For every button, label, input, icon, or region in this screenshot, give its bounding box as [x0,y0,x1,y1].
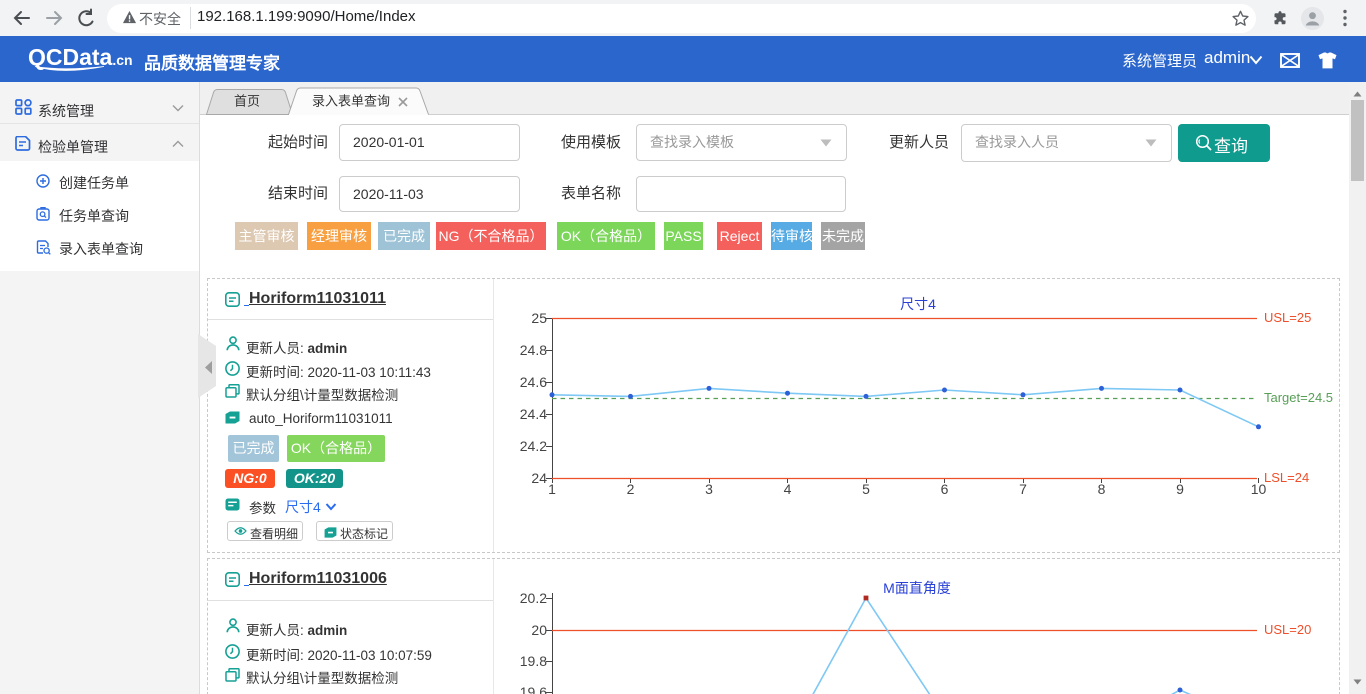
svg-text:25: 25 [531,310,547,326]
svg-text:19.6: 19.6 [520,684,547,694]
svg-text:尺寸4: 尺寸4 [900,296,936,312]
svg-text:Target=24.5: Target=24.5 [1264,390,1333,405]
svg-text:24: 24 [531,470,547,486]
svg-text:4: 4 [784,481,792,497]
svg-text:9: 9 [1176,481,1184,497]
svg-text:7: 7 [1019,481,1027,497]
svg-text:20.2: 20.2 [520,590,547,606]
svg-text:USL=25: USL=25 [1264,310,1311,325]
svg-text:6: 6 [941,481,949,497]
svg-text:8: 8 [1098,481,1106,497]
svg-text:3: 3 [705,481,713,497]
svg-text:19.8: 19.8 [520,653,547,669]
svg-text:M面直角度: M面直角度 [883,580,951,596]
svg-text:LSL=24: LSL=24 [1264,470,1309,485]
svg-text:24.2: 24.2 [520,438,547,454]
svg-text:20: 20 [531,622,547,638]
svg-text:5: 5 [862,481,870,497]
svg-text:24.4: 24.4 [520,406,547,422]
svg-text:24.6: 24.6 [520,374,547,390]
svg-text:1: 1 [548,481,556,497]
svg-text:2: 2 [627,481,635,497]
svg-text:录入表单查询: 录入表单查询 [312,94,390,109]
svg-text:USL=20: USL=20 [1264,622,1311,637]
svg-text:首页: 首页 [234,94,260,109]
svg-text:24.8: 24.8 [520,342,547,358]
